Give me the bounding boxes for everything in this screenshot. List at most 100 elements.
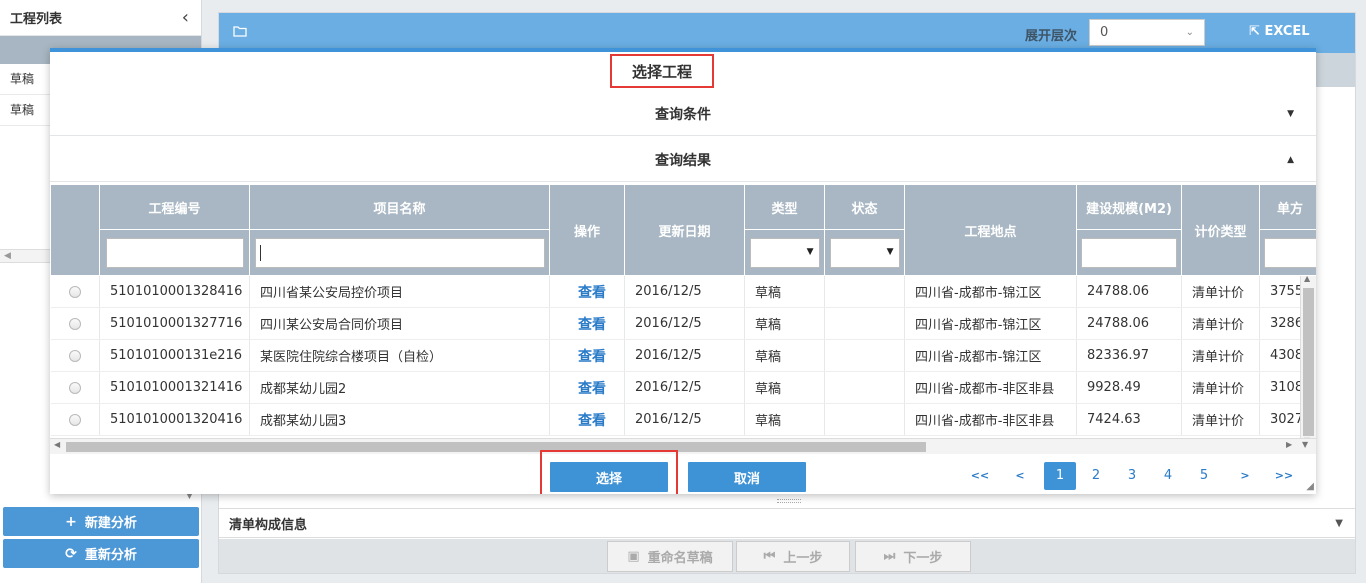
row-radio[interactable] <box>68 285 81 298</box>
filter-cell <box>99 229 250 276</box>
col-header-scale[interactable]: 建设规模(M2) <box>1076 184 1182 230</box>
query-condition-section[interactable]: 查询条件 ▼ <box>50 92 1316 136</box>
cell-scale: 24788.06 <box>1076 275 1182 308</box>
cell-pricing: 清单计价 <box>1181 275 1260 308</box>
col-header-type[interactable]: 类型 <box>744 184 825 230</box>
rename-draft-button[interactable]: ▣ 重命名草稿 <box>607 541 733 572</box>
pager-prev[interactable]: < <box>1006 462 1034 490</box>
row-select-cell <box>50 403 100 436</box>
view-link[interactable]: 查看 <box>578 381 606 397</box>
pager-page-2[interactable]: 2 <box>1082 462 1110 490</box>
next-step-button[interactable]: ⏭ 下一步 <box>855 541 971 572</box>
collapse-chevron-icon[interactable]: ‹ <box>182 7 189 28</box>
caret-down-icon: ▼ <box>806 246 814 257</box>
cell-name: 成都某幼儿园3 <box>249 403 550 436</box>
table-row[interactable]: 510101000131e216 某医院住院综合楼项目（自检） 查看 2016/… <box>50 339 1316 372</box>
chevron-down-icon[interactable]: ▼ <box>1335 518 1343 529</box>
select-button[interactable]: 选择 <box>550 462 668 492</box>
pager-last[interactable]: >> <box>1270 462 1298 490</box>
prev-step-button[interactable]: ⏮ 上一步 <box>736 541 850 572</box>
col-header-location[interactable]: 工程地点 <box>904 184 1077 276</box>
new-analysis-button[interactable]: + 新建分析 <box>3 507 199 536</box>
expand-level-select[interactable]: 0 ⌄ <box>1089 19 1205 46</box>
cell-name: 四川某公安局合同价项目 <box>249 307 550 340</box>
scroll-right-icon[interactable]: ▶ <box>1286 440 1292 449</box>
col-header-op: 操作 <box>549 184 625 276</box>
pager-page-1[interactable]: 1 <box>1044 462 1076 490</box>
scroll-thumb[interactable] <box>1303 288 1314 436</box>
external-link-icon: ⇱ <box>1249 24 1260 39</box>
cell-status <box>824 339 905 372</box>
col-header-code[interactable]: 工程编号 <box>99 184 250 230</box>
filter-scale-input[interactable] <box>1081 237 1177 268</box>
bill-composition-section[interactable]: 清单构成信息 ▼ <box>219 508 1355 538</box>
row-radio[interactable] <box>68 317 81 330</box>
pager-first[interactable]: << <box>966 462 994 490</box>
cell-code: 5101010001321416 <box>99 371 250 404</box>
table-row[interactable]: 5101010001328416 四川省某公安局控价项目 查看 2016/12/… <box>50 275 1316 308</box>
col-header-date[interactable]: 更新日期 <box>624 184 745 276</box>
filter-unit-input[interactable] <box>1264 237 1316 268</box>
filter-cell <box>249 229 550 276</box>
cell-type: 草稿 <box>744 275 825 308</box>
row-radio[interactable] <box>68 381 81 394</box>
view-link[interactable]: 查看 <box>578 285 606 301</box>
filter-status-select[interactable]: ▼ <box>829 237 900 268</box>
cell-status <box>824 275 905 308</box>
radio-column-header <box>50 184 100 276</box>
scroll-thumb[interactable] <box>66 442 926 452</box>
cell-date: 2016/12/5 <box>624 307 745 340</box>
cell-pricing: 清单计价 <box>1181 307 1260 340</box>
grid-horizontal-scrollbar[interactable]: ◀ ▶ ▼ <box>50 438 1316 454</box>
filter-type-select[interactable]: ▼ <box>749 237 820 268</box>
pager-page-3[interactable]: 3 <box>1118 462 1146 490</box>
scroll-left-icon[interactable]: ◀ <box>54 440 60 449</box>
step-forward-icon: ⏭ <box>883 549 896 564</box>
view-link[interactable]: 查看 <box>578 349 606 365</box>
col-header-pricing[interactable]: 计价类型 <box>1181 184 1260 276</box>
scroll-up-icon[interactable]: ▲ <box>1304 274 1310 283</box>
cell-type: 草稿 <box>744 307 825 340</box>
cell-date: 2016/12/5 <box>624 275 745 308</box>
cell-code: 510101000131e216 <box>99 339 250 372</box>
resize-handle-icon[interactable]: ◢ <box>1306 481 1314 492</box>
caret-down-icon[interactable]: ▼ <box>1287 109 1294 119</box>
cell-type: 草稿 <box>744 339 825 372</box>
project-list-title: 工程列表 <box>10 12 63 27</box>
step-backward-icon: ⏮ <box>763 549 776 564</box>
cell-name: 四川省某公安局控价项目 <box>249 275 550 308</box>
col-header-unit[interactable]: 单方 <box>1259 184 1316 230</box>
select-project-dialog: 选择工程 查询条件 ▼ 查询结果 ▲ 工程编号 项目名称 操作 更新日期 类型 <box>50 48 1316 494</box>
pager-page-5[interactable]: 5 <box>1190 462 1218 490</box>
grid-vertical-scrollbar[interactable]: ▲ ▼ <box>1300 274 1316 450</box>
col-header-status[interactable]: 状态 <box>824 184 905 230</box>
col-header-name[interactable]: 项目名称 <box>249 184 550 230</box>
caret-up-icon[interactable]: ▲ <box>1287 155 1294 165</box>
scroll-down-icon[interactable]: ▼ <box>1302 440 1308 449</box>
cancel-button[interactable]: 取消 <box>688 462 806 492</box>
export-excel-button[interactable]: ⇱ EXCEL <box>1249 24 1310 39</box>
cell-code: 5101010001328416 <box>99 275 250 308</box>
filter-code-input[interactable] <box>105 237 244 268</box>
filter-name-input[interactable] <box>254 237 545 268</box>
re-analysis-button[interactable]: ⟳ 重新分析 <box>3 539 199 568</box>
cell-type: 草稿 <box>744 403 825 436</box>
row-select-cell <box>50 371 100 404</box>
folder-icon <box>233 25 247 41</box>
cell-scale: 7424.63 <box>1076 403 1182 436</box>
cell-code: 5101010001320416 <box>99 403 250 436</box>
resize-grip[interactable] <box>777 499 801 503</box>
row-radio[interactable] <box>68 413 81 426</box>
bottom-toolbar: ▣ 重命名草稿 ⏮ 上一步 ⏭ 下一步 <box>219 539 1355 573</box>
cell-date: 2016/12/5 <box>624 339 745 372</box>
pager-next[interactable]: > <box>1231 462 1259 490</box>
row-radio[interactable] <box>68 349 81 362</box>
pager-page-4[interactable]: 4 <box>1154 462 1182 490</box>
view-link[interactable]: 查看 <box>578 317 606 333</box>
table-row[interactable]: 5101010001327716 四川某公安局合同价项目 查看 2016/12/… <box>50 307 1316 340</box>
table-row[interactable]: 5101010001320416 成都某幼儿园3 查看 2016/12/5 草稿… <box>50 403 1316 436</box>
scroll-left-icon[interactable]: ◀ <box>4 250 11 262</box>
view-link[interactable]: 查看 <box>578 413 606 429</box>
query-result-section[interactable]: 查询结果 ▲ <box>50 138 1316 182</box>
table-row[interactable]: 5101010001321416 成都某幼儿园2 查看 2016/12/5 草稿… <box>50 371 1316 404</box>
